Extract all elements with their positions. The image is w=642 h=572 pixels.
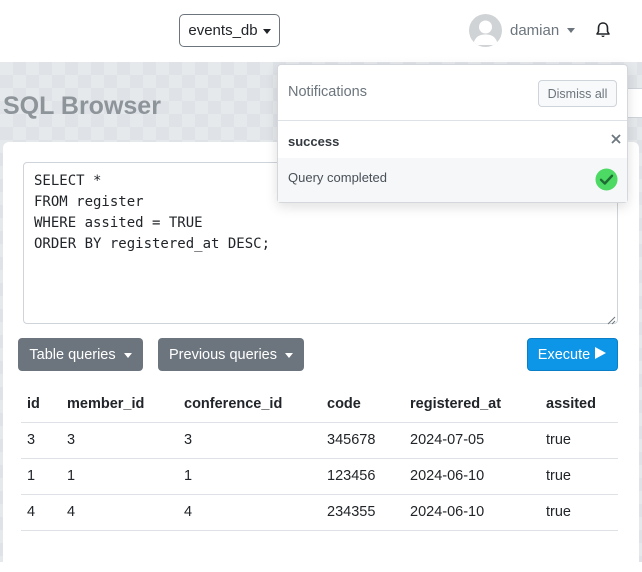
caret-down-icon: [123, 352, 132, 358]
table-queries-button[interactable]: Table queries: [18, 338, 143, 371]
execute-button[interactable]: Execute: [527, 338, 618, 371]
check-circle-icon: [595, 168, 618, 191]
previous-queries-button[interactable]: Previous queries: [158, 338, 304, 371]
table-cell: 1: [61, 458, 178, 495]
column-header-code[interactable]: code: [321, 386, 404, 423]
table-row: 4 4 4 234355 2024-06-10 true: [21, 494, 618, 531]
table-cell: 2024-06-10: [404, 458, 540, 495]
table-cell: true: [540, 494, 618, 531]
close-icon[interactable]: [611, 132, 623, 146]
column-header-registered-at[interactable]: registered_at: [404, 386, 540, 423]
table-cell: 3: [21, 422, 61, 459]
table-row: 1 1 1 123456 2024-06-10 true: [21, 458, 618, 495]
table-cell: 3: [61, 422, 178, 459]
column-header-assited[interactable]: assited: [540, 386, 618, 423]
resize-handle-icon[interactable]: [606, 312, 616, 325]
table-cell: 1: [178, 458, 321, 495]
table-cell: 123456: [321, 458, 404, 495]
table-header-row: id member_id conference_id code register…: [21, 386, 618, 423]
table-cell: 4: [21, 494, 61, 531]
table-cell: 2024-06-10: [404, 494, 540, 531]
table-cell: 4: [61, 494, 178, 531]
table-row: 3 3 3 345678 2024-07-05 true: [21, 422, 618, 459]
table-cell: 345678: [321, 422, 404, 459]
notification-type: success: [288, 134, 340, 149]
notification-item: Query completed: [278, 158, 627, 202]
page-title: SQL Browser: [3, 92, 161, 120]
table-cell: 1: [21, 458, 61, 495]
execute-label: Execute: [537, 346, 591, 363]
notifications-title: Notifications: [288, 84, 367, 100]
table-cell: 2024-07-05: [404, 422, 540, 459]
bell-icon[interactable]: [594, 21, 612, 39]
notification-message: Query completed: [288, 170, 387, 185]
play-icon: [594, 346, 607, 364]
caret-down-icon: [285, 352, 293, 358]
user-menu[interactable]: damian: [469, 13, 576, 47]
column-header-id[interactable]: id: [21, 386, 61, 423]
column-header-member-id[interactable]: member_id: [61, 386, 178, 423]
caret-down-icon: [262, 28, 271, 34]
database-selector[interactable]: events_db: [179, 14, 280, 47]
results-table: id member_id conference_id code register…: [21, 386, 618, 531]
table-cell: true: [540, 458, 618, 495]
table-cell: 4: [178, 494, 321, 531]
notifications-header: Notifications Dismiss all: [278, 65, 627, 121]
user-avatar-icon: [469, 13, 502, 47]
database-name: events_db: [188, 22, 258, 39]
notifications-panel: Notifications Dismiss all success Query …: [277, 64, 628, 203]
query-card: SELECT * FROM register WHERE assited = T…: [3, 142, 639, 572]
dismiss-all-button[interactable]: Dismiss all: [538, 80, 617, 107]
top-navbar: events_db damian: [0, 0, 642, 62]
table-cell: 3: [178, 422, 321, 459]
previous-queries-label: Previous queries: [169, 346, 277, 363]
column-header-conference-id[interactable]: conference_id: [178, 386, 321, 423]
table-cell: true: [540, 422, 618, 459]
caret-down-icon: [567, 28, 576, 33]
table-cell: 234355: [321, 494, 404, 531]
table-queries-label: Table queries: [29, 346, 116, 363]
user-name: damian: [510, 21, 560, 39]
